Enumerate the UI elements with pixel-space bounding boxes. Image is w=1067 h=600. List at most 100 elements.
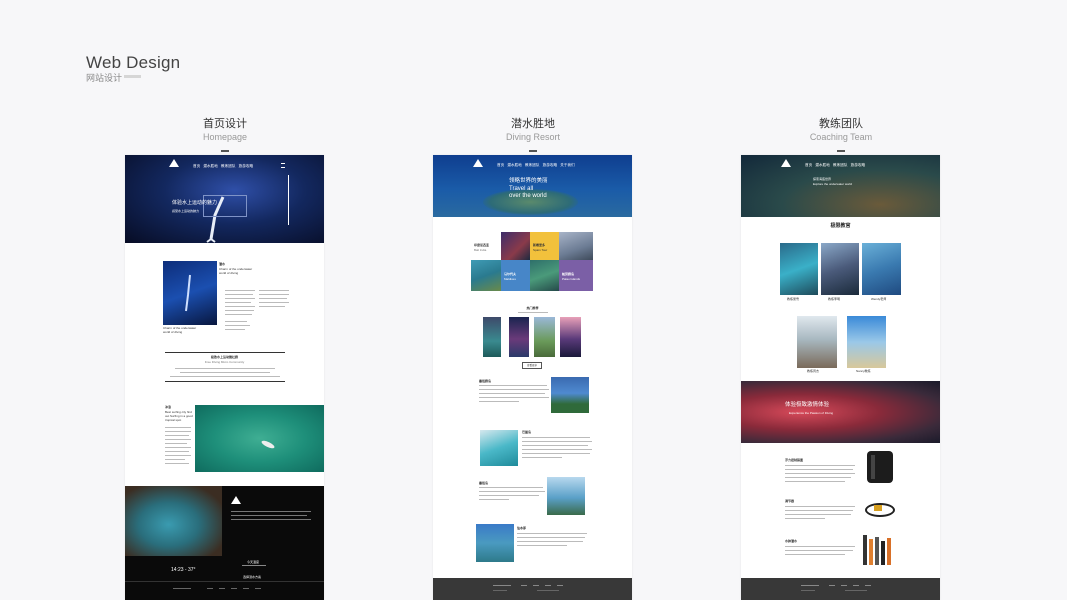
place-title[interactable]: 塞班岛 — [479, 481, 488, 485]
surf-label: 冲浪 — [165, 405, 172, 409]
homepage-mockup[interactable]: 首页 潜水胜地 教练团队 旅游攻略 体验水上运动的魅力 感受水上运动的魅力 潜水… — [125, 155, 324, 600]
coach-photo[interactable] — [821, 243, 859, 295]
tile-text-2[interactable]: 新喀里多 Spain Tour — [530, 232, 559, 260]
section-title: 极致水上运动微社群 — [210, 355, 238, 359]
place-title[interactable]: 巴厘岛 — [522, 430, 531, 434]
tile-text-3[interactable]: 马尔代夫 Maldives — [501, 260, 530, 291]
hero-headline: 领略世界的美丽 — [509, 178, 548, 184]
hero-headline: 探索海底世界 — [813, 177, 832, 181]
coach-photo[interactable] — [797, 316, 837, 368]
nav-item[interactable]: 潜水胜地 — [507, 163, 521, 167]
coach-name: 教练李明 — [828, 297, 841, 301]
recommend-title: 热门推荐 — [526, 306, 539, 310]
footer-divider — [125, 581, 324, 582]
nav-item[interactable]: 旅游攻略 — [239, 164, 253, 168]
recommend-subtitle — [518, 312, 548, 313]
weather-line — [242, 565, 266, 566]
banner-title: 体验极致激情体验 — [785, 402, 830, 408]
place-image — [551, 377, 589, 413]
article-caption: Charm of the underwater world of diving — [163, 326, 197, 334]
banner-subtitle: Experience the Passion of Diving — [789, 411, 834, 415]
footer — [741, 578, 940, 600]
pool-image — [125, 486, 222, 556]
time-display: 14:23 - 37° — [171, 567, 196, 573]
nav-item[interactable]: 首页 — [805, 163, 812, 167]
hero-subline: 感受水上运动的魅力 — [172, 209, 200, 213]
tile-label-en: Bali India — [474, 248, 487, 252]
article-label: 潜水 — [219, 262, 226, 266]
coach-name: Nancy教练 — [856, 369, 871, 373]
article-title: Charm of the underwater world of diving — [219, 267, 253, 275]
nav-menu[interactable]: 首页 潜水胜地 教练团队 旅游攻略 — [193, 164, 253, 169]
column-header-homepage: 首页设计 Homepage — [125, 115, 325, 152]
hero-side-text — [288, 175, 289, 225]
tile-image — [471, 260, 501, 291]
hero-headline: 体验水上运动的魅力 — [172, 200, 218, 206]
tile-text-4[interactable]: 帕劳群岛 Palau Islands — [559, 260, 593, 291]
resort-mockup[interactable]: 首页 潜水胜地 教练团队 旅游攻略 关于我们 领略世界的美丽 Travel al… — [433, 155, 632, 600]
logo-icon — [231, 496, 241, 504]
tile-label: 马尔代夫 — [504, 272, 517, 276]
team-mockup[interactable]: 首页 潜水胜地 教练团队 旅游攻略 探索海底世界 Explore the und… — [741, 155, 940, 600]
gear-title[interactable]: 调节器 — [785, 499, 794, 503]
tank-icon — [881, 541, 885, 565]
gear-title[interactable]: 水肺潜水 — [785, 539, 797, 543]
gear-title[interactable]: 浮力控制装置 — [785, 458, 803, 462]
tank-icon — [869, 539, 873, 565]
surf-image — [195, 405, 324, 472]
column-title-en: Coaching Team — [809, 132, 873, 142]
freediver-icon — [185, 274, 191, 312]
section-subtitle: Free Diving Micro Community — [204, 360, 245, 364]
column-header-team: 教练团队 Coaching Team — [741, 115, 941, 152]
weather-label: 今天温度 — [247, 560, 260, 564]
tank-icon — [887, 538, 891, 565]
coach-photo[interactable] — [862, 243, 901, 295]
tile-label: 印度尼西亚 — [474, 243, 490, 247]
place-image — [547, 477, 585, 515]
column-title-zh: 教练团队 — [819, 117, 863, 130]
recommend-card[interactable] — [534, 317, 555, 357]
nav-menu[interactable]: 首页 潜水胜地 教练团队 旅游攻略 — [805, 163, 865, 168]
coach-photo[interactable] — [780, 243, 818, 295]
nav-item[interactable]: 教练团队 — [833, 163, 847, 167]
recommend-card[interactable] — [509, 317, 529, 357]
tile-image — [559, 232, 593, 260]
nav-item[interactable]: 教练团队 — [525, 163, 539, 167]
coach-name: 教练吴雪 — [787, 297, 800, 301]
nav-item[interactable]: 旅游攻略 — [543, 163, 557, 167]
tile-image — [530, 260, 559, 291]
cta-link[interactable]: 选择潜水方案 — [243, 575, 261, 579]
nav-item[interactable]: 首页 — [497, 163, 504, 167]
surf-title: Best surfing city find out Surfing in a … — [165, 410, 193, 422]
nav-menu[interactable]: 首页 潜水胜地 教练团队 旅游攻略 关于我们 — [497, 163, 575, 168]
recommend-card[interactable] — [483, 317, 501, 357]
tile-label: 帕劳群岛 — [562, 272, 575, 276]
nav-item[interactable]: 教练团队 — [221, 164, 235, 168]
nav-item[interactable]: 潜水胜地 — [815, 163, 829, 167]
column-header-resort: 潜水胜地 Diving Resort — [433, 115, 633, 152]
place-title[interactable]: 塞班群岛 — [479, 379, 491, 383]
coach-photo[interactable] — [847, 316, 886, 368]
page-title: Web Design — [86, 53, 181, 72]
bcd-strap — [871, 455, 875, 479]
recommend-card[interactable] — [560, 317, 581, 357]
hero-english-2: over the world — [509, 193, 547, 199]
nav-item[interactable]: 首页 — [193, 164, 200, 168]
menu-icon[interactable] — [281, 163, 285, 168]
tile-text-1[interactable]: 印度尼西亚 Bali India — [471, 232, 501, 260]
more-button[interactable]: 查看更多 — [522, 362, 542, 369]
column-title-zh: 首页设计 — [203, 117, 247, 130]
nav-item[interactable]: 潜水胜地 — [203, 164, 217, 168]
divider — [165, 381, 285, 382]
logo-icon — [169, 159, 179, 167]
banner-image — [741, 381, 940, 443]
column-title-en: Diving Resort — [505, 132, 561, 142]
column-dash — [529, 150, 537, 152]
nav-item[interactable]: 旅游攻略 — [851, 163, 865, 167]
tile-label-en: Maldives — [504, 277, 516, 281]
tile-image — [501, 232, 530, 260]
regulator-part — [874, 505, 882, 511]
divider — [165, 352, 285, 353]
nav-item[interactable]: 关于我们 — [560, 163, 574, 167]
place-title[interactable]: 仙本那 — [517, 526, 526, 530]
